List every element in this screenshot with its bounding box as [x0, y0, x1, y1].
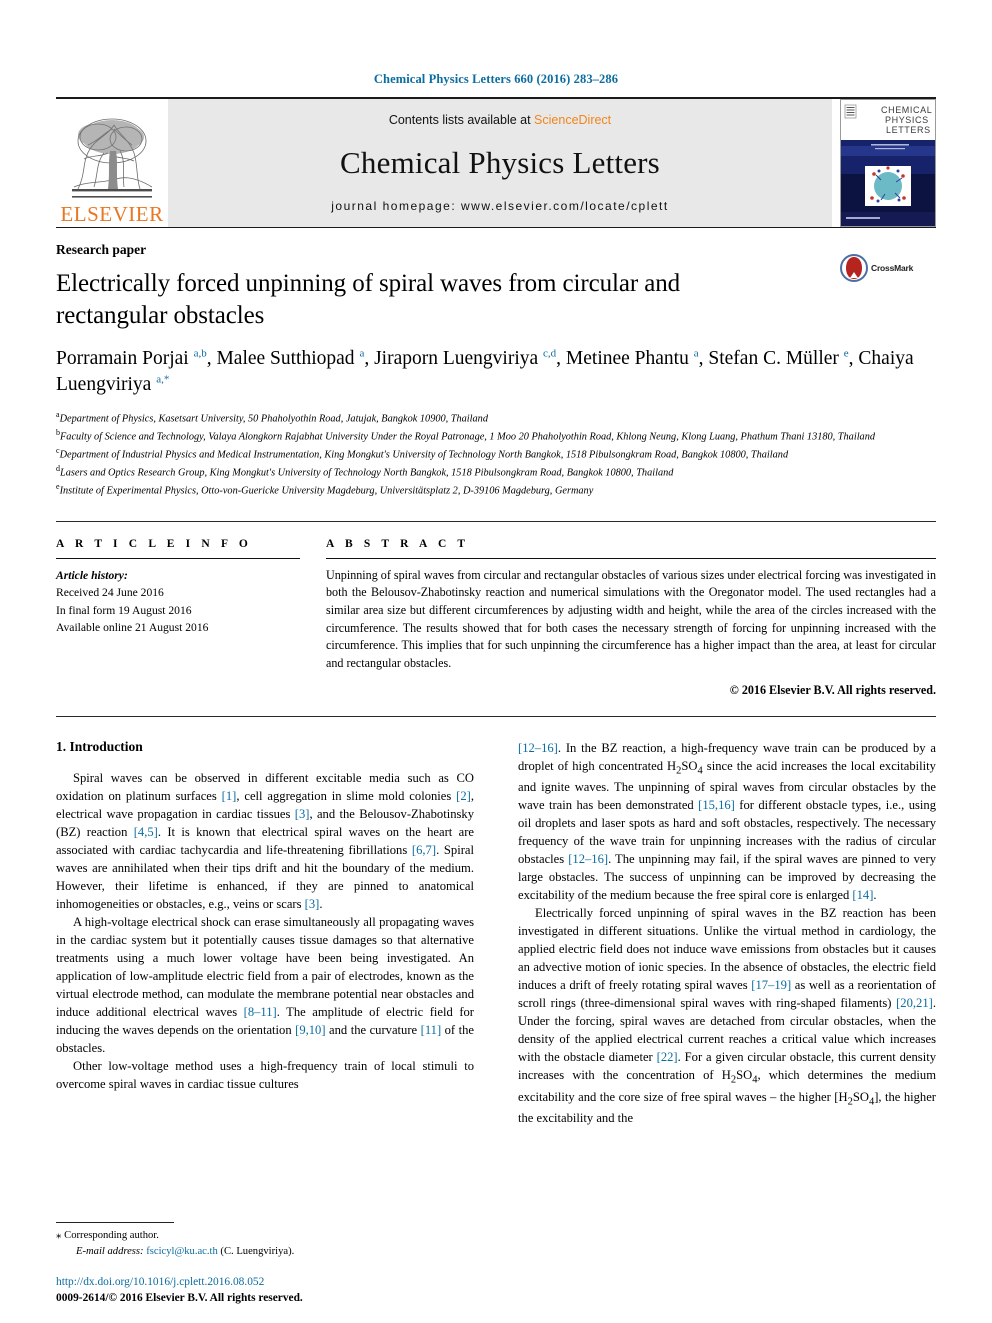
- affiliation-text: Institute of Experimental Physics, Otto-…: [59, 485, 594, 497]
- email-link[interactable]: fscicyl@ku.ac.th: [146, 1246, 218, 1257]
- journal-homepage[interactable]: journal homepage: www.elsevier.com/locat…: [331, 199, 668, 213]
- running-head: Chemical Physics Letters 660 (2016) 283–…: [373, 72, 619, 86]
- crossmark-icon: [840, 254, 868, 282]
- article-title-block: Research paper CrossMark Electrically fo…: [56, 227, 936, 499]
- affiliation-text: Department of Industrial Physics and Med…: [59, 449, 789, 461]
- body-paragraph: Other low-voltage method uses a high-fre…: [56, 1058, 474, 1091]
- affiliation-item: dLasers and Optics Research Group, King …: [56, 463, 936, 481]
- page-footer: ⁎ Corresponding author. E-mail address: …: [56, 1221, 460, 1307]
- affiliation-item: cDepartment of Industrial Physics and Me…: [56, 445, 936, 463]
- corresponding-author-label: Corresponding author.: [64, 1229, 159, 1241]
- affiliation-item: eInstitute of Experimental Physics, Otto…: [56, 481, 936, 499]
- affiliation-item: bFaculty of Science and Technology, Vala…: [56, 427, 936, 445]
- abstract-column: A B S T R A C T Unpinning of spiral wave…: [326, 538, 936, 698]
- body-paragraph: Electrically forced unpinning of spiral …: [518, 906, 937, 1126]
- body-paragraph: [12–16]. In the BZ reaction, a high-freq…: [518, 740, 937, 903]
- article-info-heading: A R T I C L E I N F O: [56, 537, 252, 550]
- article-type: Research paper: [56, 242, 147, 257]
- body-paragraph: Spiral waves can be observed in differen…: [56, 770, 474, 911]
- affiliation-text: Department of Physics, Kasetsart Univers…: [59, 413, 488, 425]
- journal-cover-image: CHEMICAL PHYSICS LETTERS: [841, 100, 935, 226]
- info-abstract-row: A R T I C L E I N F O Article history: R…: [56, 520, 936, 698]
- email-note: E-mail address: fscicyl@ku.ac.th (C. Lue…: [56, 1244, 460, 1259]
- abstract-heading: A B S T R A C T: [326, 537, 470, 550]
- doi-block: http://dx.doi.org/10.1016/j.cplett.2016.…: [56, 1275, 460, 1307]
- abstract-rule: [326, 557, 936, 559]
- corresponding-author-star: ⁎: [56, 1228, 62, 1241]
- page-title: Electrically forced unpinning of spiral …: [56, 270, 681, 329]
- body-columns: 1. Introduction Spiral waves can be obse…: [56, 739, 936, 1128]
- article-history-label: Article history:: [56, 568, 128, 582]
- email-suffix: (C. Luengviriya).: [220, 1245, 295, 1257]
- contents-available-line: Contents lists available at ScienceDirec…: [389, 113, 611, 127]
- footnote-rule: [56, 1221, 174, 1223]
- elsevier-wordmark: ELSEVIER: [60, 202, 164, 226]
- corresponding-author-note: ⁎ Corresponding author.: [56, 1228, 460, 1244]
- email-label: E-mail address:: [76, 1245, 144, 1257]
- crossmark-label: CrossMark: [871, 263, 914, 273]
- elsevier-logo: ELSEVIER: [56, 99, 168, 227]
- masthead-center: Contents lists available at ScienceDirec…: [168, 99, 832, 227]
- body-paragraph: A high-voltage electrical shock can eras…: [56, 914, 475, 1055]
- affiliation-list: aDepartment of Physics, Kasetsart Univer…: [56, 409, 936, 499]
- elsevier-tree-icon: [72, 118, 153, 198]
- paper-page: Chemical Physics Letters 660 (2016) 283–…: [0, 0, 992, 1323]
- journal-masthead: ELSEVIER Contents lists available at Sci…: [56, 97, 936, 227]
- svg-text:LETTERS: LETTERS: [886, 125, 931, 135]
- article-history-final-form: In final form 19 August 2016: [56, 603, 192, 617]
- body-column-right: [12–16]. In the BZ reaction, a high-freq…: [518, 739, 936, 1128]
- body-divider: [56, 715, 936, 717]
- abstract-text: Unpinning of spiral waves from circular …: [326, 567, 936, 671]
- contents-prefix: Contents lists available at: [388, 113, 535, 127]
- body-column-left: 1. Introduction Spiral waves can be obse…: [56, 739, 474, 1128]
- journal-title: Chemical Physics Letters: [340, 145, 660, 180]
- doi-link[interactable]: http://dx.doi.org/10.1016/j.cplett.2016.…: [56, 1275, 460, 1291]
- svg-text:PHYSICS: PHYSICS: [885, 115, 929, 125]
- affiliation-item: aDepartment of Physics, Kasetsart Univer…: [56, 409, 936, 427]
- article-history-online: Available online 21 August 2016: [56, 620, 209, 634]
- article-info-column: A R T I C L E I N F O Article history: R…: [56, 538, 326, 698]
- svg-text:CHEMICAL: CHEMICAL: [881, 105, 932, 115]
- article-info-rule: [56, 557, 300, 559]
- journal-cover-thumbnail: CHEMICAL PHYSICS LETTERS: [840, 99, 936, 227]
- author-list: Porramain Porjai a,b, Malee Sutthiopad a…: [56, 347, 914, 396]
- crossmark-badge[interactable]: CrossMark: [840, 254, 936, 282]
- article-history-received: Received 24 June 2016: [56, 586, 164, 600]
- abstract-copyright: © 2016 Elsevier B.V. All rights reserved…: [729, 682, 936, 697]
- affiliation-text: Lasers and Optics Research Group, King M…: [60, 467, 674, 479]
- issn-copyright-line: 0009-2614/© 2016 Elsevier B.V. All right…: [56, 1292, 303, 1305]
- section-title-introduction: 1. Introduction: [56, 738, 143, 754]
- affiliation-text: Faculty of Science and Technology, Valay…: [60, 431, 876, 443]
- sciencedirect-link[interactable]: ScienceDirect: [534, 113, 611, 127]
